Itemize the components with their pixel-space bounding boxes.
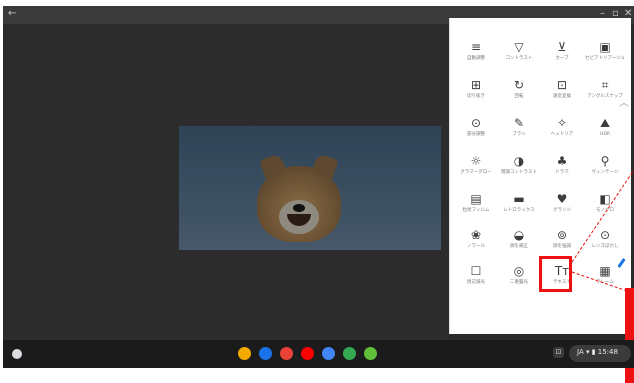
screen-capture-icon[interactable]: ⊡: [553, 347, 564, 358]
tool-label: 顔を強調: [553, 244, 571, 249]
tool-label: コントラスト: [505, 56, 533, 61]
tool-glow[interactable]: ☼ グラマーグロー: [454, 148, 498, 190]
grunge-icon: ♥: [556, 192, 568, 206]
healing-icon: ✧: [556, 116, 568, 130]
status-text: JA ▾ ▮ 15:48: [577, 348, 618, 356]
tool-vignette[interactable]: ▣ セピアトリアージュ: [583, 34, 627, 76]
photo-preview: [179, 126, 441, 250]
files-icon[interactable]: [259, 347, 272, 360]
retrolux-icon: ▬: [513, 192, 525, 206]
tool-label: ブラシ: [512, 132, 526, 137]
focus-icon: ⊚: [556, 228, 568, 242]
glow-icon: ☼: [470, 154, 482, 168]
annotation-bar: [625, 288, 634, 383]
crop-icon: ⊞: [470, 78, 482, 92]
tool-label: ノワール: [467, 244, 485, 249]
tool-label: HDR: [600, 132, 610, 137]
vintage-icon: ⚲: [600, 154, 610, 168]
tool-label: モノクロ: [596, 208, 614, 213]
tool-label: 回転: [514, 94, 524, 99]
tonal-contrast-icon: ◑: [513, 154, 525, 168]
tool-label: 遠近変換: [553, 94, 571, 99]
vignette-icon: ▣: [599, 40, 611, 54]
selective-icon: ⊙: [470, 116, 482, 130]
perspective-icon: ⊡: [556, 78, 568, 92]
back-button[interactable]: ←: [8, 8, 16, 20]
tool-label: ヴィンテージ: [591, 170, 619, 175]
dog-nose: [293, 204, 305, 212]
tool-healing[interactable]: ✧ ヘッドリア: [540, 110, 584, 152]
contrast-icon: ▽: [514, 40, 524, 54]
youtube-icon[interactable]: [301, 347, 314, 360]
tool-crop[interactable]: ⊞ 切り抜き: [454, 72, 498, 114]
tool-label: 二重露光: [510, 280, 528, 285]
brush-icon: ✎: [513, 116, 525, 130]
tool-perspective[interactable]: ⊡ 遠近変換: [540, 72, 584, 114]
tool-label: 周辺減光: [467, 280, 485, 285]
tool-double-exposure[interactable]: ◎ 二重露光: [497, 258, 541, 300]
snapseed-icon[interactable]: [364, 347, 377, 360]
frames-icon: ☐: [470, 264, 482, 278]
tool-curves[interactable]: ⊻ カーブ: [540, 34, 584, 76]
gmail-icon[interactable]: [280, 347, 293, 360]
tool-label: 顔を補正: [510, 244, 528, 249]
noir-icon: ❀: [470, 228, 482, 242]
tool-label: セピアトリアージュ: [585, 56, 625, 61]
collapse-panel-icon[interactable]: ︿: [619, 94, 629, 109]
tool-selective[interactable]: ⊙ 部分調整: [454, 110, 498, 152]
chrome-icon[interactable]: [238, 347, 251, 360]
tool-label: 階調コントラスト: [501, 170, 537, 175]
monochrome-icon: ◧: [599, 192, 611, 206]
image-canvas[interactable]: [3, 24, 449, 340]
tool-label: 部分調整: [467, 132, 485, 137]
lens-blur-icon: ⊙: [599, 228, 611, 242]
tool-label: カーブ: [555, 56, 569, 61]
status-tray[interactable]: JA ▾ ▮ 15:48: [569, 345, 631, 362]
tool-adjust[interactable]: ≡ 自動調整: [454, 34, 498, 76]
tool-label: 粒状フィルム: [462, 208, 490, 213]
tool-vintage[interactable]: ⚲ ヴィンテージ: [583, 148, 627, 190]
docs-icon[interactable]: [322, 347, 335, 360]
tool-label: レトロラックス: [503, 208, 535, 213]
drama-icon: ♣: [556, 154, 568, 168]
adjust-icon: ≡: [470, 40, 482, 54]
tool-rotate[interactable]: ↻ 回転: [497, 72, 541, 114]
face-icon: ◒: [513, 228, 525, 242]
tool-label: ドラマ: [555, 170, 569, 175]
tool-contrast[interactable]: ▽ コントラスト: [497, 34, 541, 76]
tool-label: グランジ: [553, 208, 571, 213]
curves-icon: ⊻: [557, 40, 567, 54]
hdr-icon: ⛰: [599, 116, 611, 130]
film-icon: ▤: [470, 192, 482, 206]
expand-icon: ⌗: [601, 78, 609, 92]
tool-label: レンズぼかし: [591, 244, 619, 249]
double-exposure-icon: ◎: [513, 264, 525, 278]
tool-brush[interactable]: ✎ ブラシ: [497, 110, 541, 152]
tool-label: グラマーグロー: [460, 170, 492, 175]
text-tool-highlight: [539, 256, 572, 292]
launcher-icon[interactable]: [12, 349, 22, 359]
tool-label: 切り抜き: [467, 94, 485, 99]
tool-drama[interactable]: ♣ ドラマ: [540, 148, 584, 190]
tool-label: 自動調整: [467, 56, 485, 61]
tool-tonal-contrast[interactable]: ◑ 階調コントラスト: [497, 148, 541, 190]
rotate-icon: ↻: [513, 78, 525, 92]
tool-frames[interactable]: ☐ 周辺減光: [454, 258, 498, 300]
tool-label: フレーム: [596, 280, 614, 285]
tool-label: ヘッドリア: [550, 132, 574, 137]
play-icon[interactable]: [343, 347, 356, 360]
shelf: ⊡ JA ▾ ▮ 15:48: [3, 340, 634, 368]
tool-hdr[interactable]: ⛰ HDR: [583, 110, 627, 152]
